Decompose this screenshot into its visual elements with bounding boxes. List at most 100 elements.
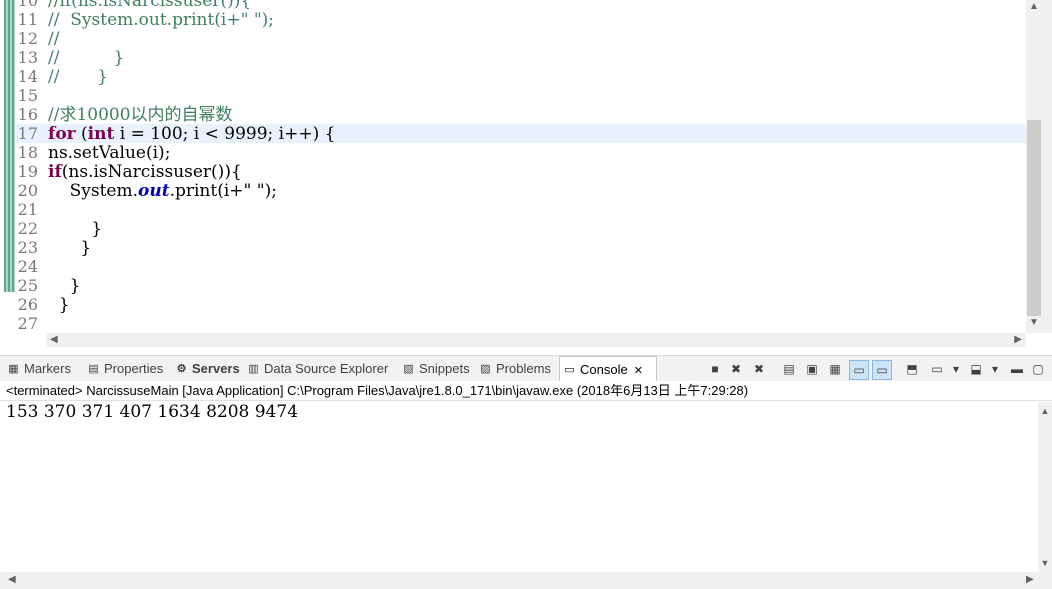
line-number: 25 xyxy=(17,276,38,295)
data-source-icon: ▥ xyxy=(248,363,259,375)
maximize-icon[interactable]: ▢ xyxy=(1029,360,1047,378)
code-text[interactable]: // } xyxy=(48,49,124,68)
code-text[interactable]: ns.setValue(i); xyxy=(48,144,170,163)
remove-launch-icon[interactable]: ✖ xyxy=(727,360,745,378)
tab-properties[interactable]: ▤ Properties xyxy=(84,356,163,382)
line-number: 14 xyxy=(17,67,38,86)
tab-label: Data Source Explorer xyxy=(264,361,389,376)
open-console-icon[interactable]: ⬓ xyxy=(967,360,985,378)
code-text[interactable]: } xyxy=(48,277,81,296)
editor-vertical-scrollbar[interactable]: ▲ ▼ xyxy=(1026,0,1052,333)
scroll-left-icon[interactable]: ◀ xyxy=(8,574,16,585)
scroll-up-icon[interactable]: ▲ xyxy=(1038,406,1052,416)
scroll-lock-icon[interactable]: ▣ xyxy=(803,360,821,378)
tab-label: Properties xyxy=(104,361,164,376)
properties-icon: ▤ xyxy=(88,363,99,375)
line-number: 20 xyxy=(17,181,38,200)
tab-console[interactable]: ▭ Console ✕ xyxy=(559,356,657,383)
code-token: i = 100; i < 9999; i++) { xyxy=(114,124,336,144)
scroll-up-icon[interactable]: ▲ xyxy=(1027,0,1041,14)
minimize-icon[interactable]: ▬ xyxy=(1008,360,1026,378)
tab-servers[interactable]: ⚙ Servers xyxy=(172,356,240,382)
pin-console-icon[interactable]: ⬒ xyxy=(903,360,921,378)
code-line[interactable]: 23 } xyxy=(16,238,92,258)
scroll-left-icon[interactable]: ◀ xyxy=(50,333,58,347)
line-number: 19 xyxy=(17,162,38,181)
tab-markers[interactable]: ▦ Markers xyxy=(4,356,71,382)
code-text[interactable]: //求10000以内的自幂数 xyxy=(48,106,233,125)
code-token: // } xyxy=(48,48,125,68)
code-line[interactable]: 27 xyxy=(16,314,48,333)
console-output-text[interactable]: 153 370 371 407 1634 8208 9474 xyxy=(6,402,298,422)
code-text[interactable]: } xyxy=(48,239,91,258)
code-line[interactable]: 18 ns.setValue(i); xyxy=(16,143,171,163)
code-text[interactable]: if(ns.isNarcissuser()){ xyxy=(48,163,242,182)
code-line[interactable]: 21 xyxy=(16,200,48,219)
code-token: ( xyxy=(75,124,88,144)
code-line[interactable]: 13 // } xyxy=(16,48,125,68)
tab-data-source-explorer[interactable]: ▥ Data Source Explorer xyxy=(244,356,388,382)
line-number: 12 xyxy=(17,29,38,48)
code-text[interactable]: System.out.print(i+" "); xyxy=(48,182,277,201)
code-line[interactable]: 26 } xyxy=(16,295,70,315)
code-text[interactable]: // xyxy=(48,30,59,49)
code-text[interactable]: // } xyxy=(48,68,108,87)
code-line[interactable]: 17 for (int i = 100; i < 9999; i++) { xyxy=(16,124,1026,144)
word-wrap-icon[interactable]: ▦ xyxy=(826,360,844,378)
code-text[interactable]: for (int i = 100; i < 9999; i++) { xyxy=(48,125,335,144)
code-editor[interactable]: 10//if(ns.isNarcissuser()){11// System.o… xyxy=(0,0,1052,350)
scroll-thumb[interactable] xyxy=(1027,120,1041,316)
code-text[interactable]: // System.out.print(i+" "); xyxy=(48,11,274,30)
code-line[interactable]: 12 // xyxy=(16,29,60,49)
line-number: 23 xyxy=(17,238,38,257)
problems-icon: ▨ xyxy=(480,363,491,375)
line-number: 17 xyxy=(17,124,38,143)
chevron-down-icon[interactable]: ▾ xyxy=(947,360,965,378)
code-line[interactable]: 11 // System.out.print(i+" "); xyxy=(16,10,274,30)
stop-icon[interactable]: ■ xyxy=(706,360,724,378)
display-console-icon[interactable]: ▭ xyxy=(928,360,946,378)
tab-label: Problems xyxy=(496,361,551,376)
editor-horizontal-scrollbar[interactable]: ◀ ▶ xyxy=(46,333,1026,347)
code-line[interactable]: 16 //求10000以内的自幂数 xyxy=(16,105,233,125)
console-horizontal-scrollbar[interactable]: ◀ ▶ xyxy=(0,572,1052,589)
tab-label: Console xyxy=(580,362,628,377)
code-token: for xyxy=(48,124,76,144)
tab-problems[interactable]: ▨ Problems xyxy=(476,356,551,382)
code-line[interactable]: 10//if(ns.isNarcissuser()){ xyxy=(16,0,252,11)
chevron-down-icon[interactable]: ▾ xyxy=(986,360,1004,378)
console-status: <terminated> NarcissuseMain [Java Applic… xyxy=(0,381,1052,401)
scroll-down-icon[interactable]: ▼ xyxy=(1027,316,1041,330)
close-icon[interactable]: ✕ xyxy=(634,365,643,377)
code-line[interactable]: 24 xyxy=(16,257,48,276)
code-token: // xyxy=(48,29,60,49)
scroll-right-icon[interactable]: ▶ xyxy=(1014,333,1022,347)
code-token: } xyxy=(48,238,92,258)
code-line[interactable]: 22 } xyxy=(16,219,102,239)
remove-all-launches-icon[interactable]: ✖ xyxy=(750,360,768,378)
show-on-stdout-icon[interactable]: ▭ xyxy=(849,360,869,380)
code-line[interactable]: 25 } xyxy=(16,276,81,296)
code-line[interactable]: 20 System.out.print(i+" "); xyxy=(16,181,277,201)
line-number: 24 xyxy=(17,257,38,276)
console-output-area[interactable]: 153 370 371 407 1634 8208 9474 xyxy=(0,402,1040,572)
tab-snippets[interactable]: ▧ Snippets xyxy=(399,356,469,382)
code-token: .print(i+" "); xyxy=(169,181,277,201)
code-line[interactable]: 15 xyxy=(16,86,48,105)
clear-console-icon[interactable]: ▤ xyxy=(780,360,798,378)
line-number: 27 xyxy=(17,314,38,333)
console-icon: ▭ xyxy=(564,364,575,376)
show-on-stderr-icon[interactable]: ▭ xyxy=(872,360,892,380)
line-number: 13 xyxy=(17,48,38,67)
code-line[interactable]: 14 // } xyxy=(16,67,108,87)
code-line[interactable]: 19 if(ns.isNarcissuser()){ xyxy=(16,162,242,182)
scroll-right-icon[interactable]: ▶ xyxy=(1026,574,1034,585)
code-text[interactable]: } xyxy=(48,296,70,315)
code-token: ns.setValue(i); xyxy=(48,143,171,163)
scroll-down-icon[interactable]: ▼ xyxy=(1038,558,1052,568)
console-vertical-scrollbar[interactable]: ▲ ▼ xyxy=(1038,402,1052,572)
line-number: 18 xyxy=(17,143,38,162)
code-token: } xyxy=(48,219,103,239)
code-text[interactable]: } xyxy=(48,220,102,239)
view-tab-bar: ▦ Markers ▤ Properties ⚙ Servers ▥ Data Source … xyxy=(0,355,1052,383)
